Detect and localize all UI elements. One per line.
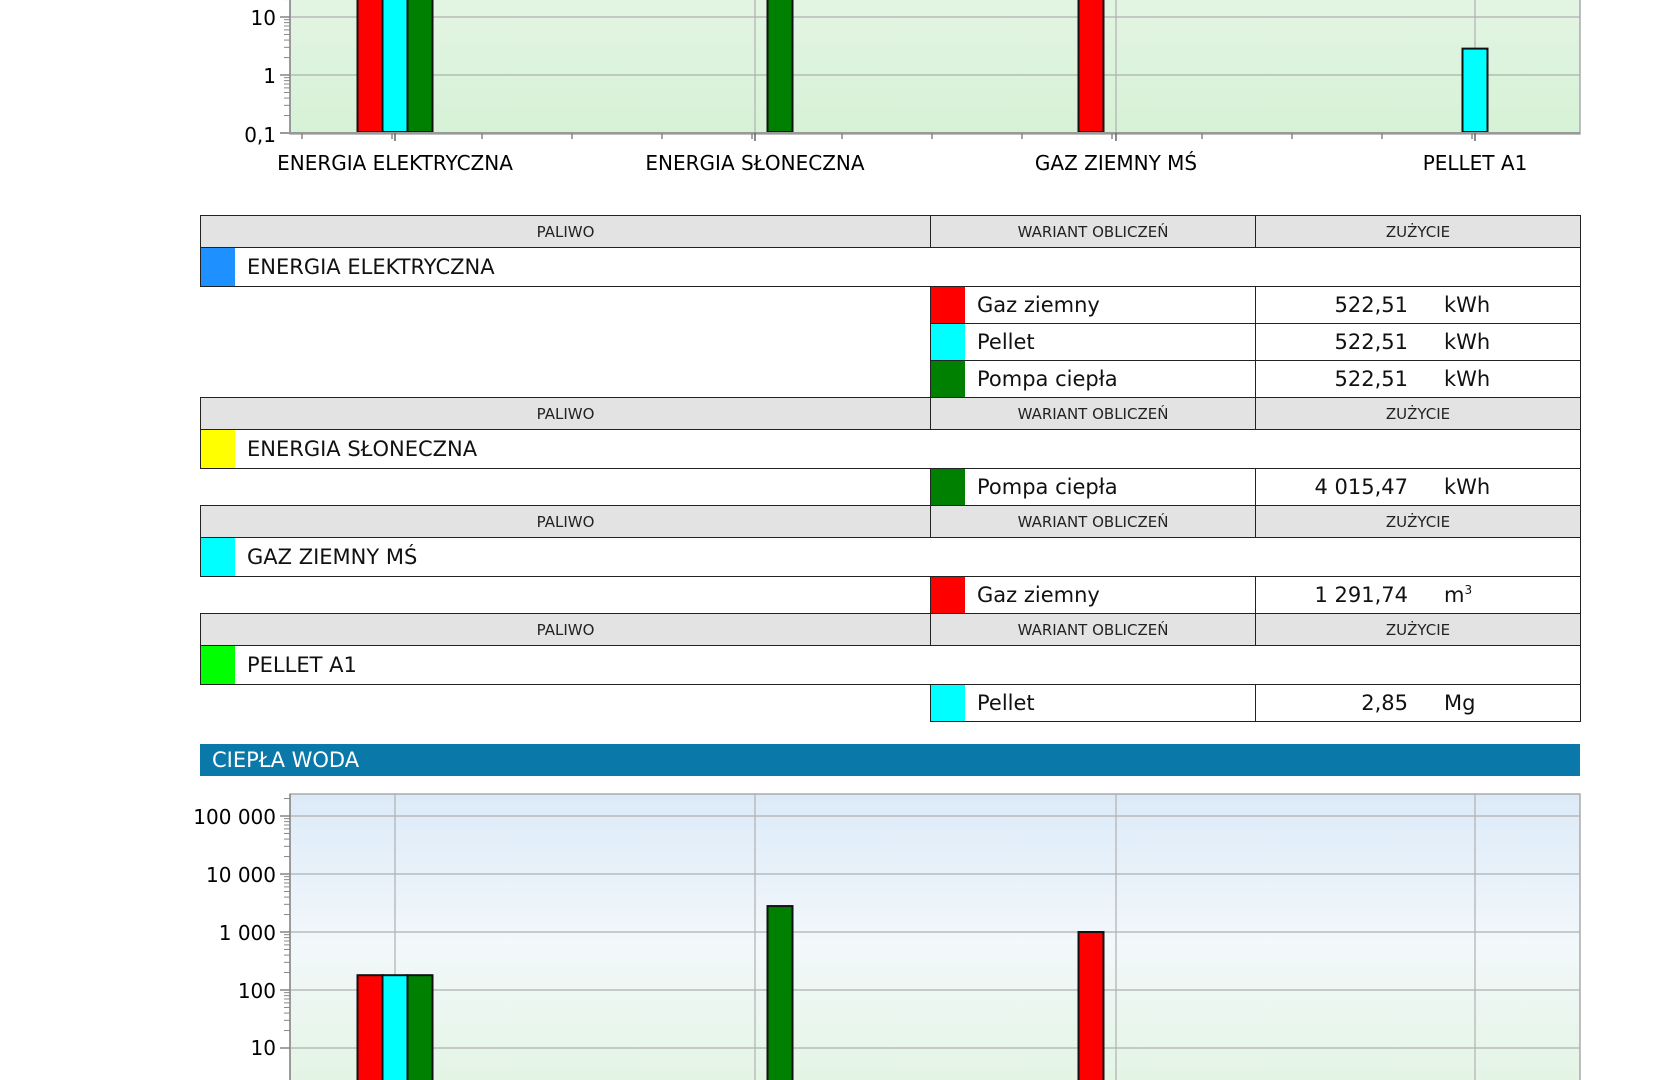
variant-name: Pellet bbox=[977, 330, 1035, 354]
header-paliwo: PALIWO bbox=[200, 215, 931, 248]
table-header-row: PALIWO WARIANT OBLICZEŃ ZUŻYCIE bbox=[200, 505, 1581, 538]
bar bbox=[356, 0, 384, 133]
bar bbox=[766, 0, 794, 133]
consumption-value: 2,85 bbox=[1361, 691, 1408, 715]
variant-name: Gaz ziemny bbox=[977, 583, 1100, 607]
bottom-fuel-chart: 100 000 10 000 1 000 100 10 bbox=[193, 793, 1581, 1080]
fuel-color-swatch bbox=[201, 430, 235, 468]
consumption-value: 1 291,74 bbox=[1314, 583, 1408, 607]
fuel-name: ENERGIA ELEKTRYCZNA bbox=[247, 255, 495, 279]
bar bbox=[406, 974, 434, 1080]
plot-area bbox=[289, 793, 1581, 1080]
bar bbox=[356, 974, 384, 1080]
top-fuel-chart: 10 1 0,1 ENERGIA ELEKTRYCZNA ENERGIA SŁO… bbox=[244, 0, 1581, 175]
fuel-name: ENERGIA SŁONECZNA bbox=[247, 437, 478, 461]
bar bbox=[766, 905, 794, 1080]
variant-name: Pompa ciepła bbox=[977, 475, 1118, 499]
y-tick-label: 10 000 bbox=[206, 863, 276, 887]
consumption-unit: kWh bbox=[1444, 330, 1491, 354]
y-tick-label: 10 bbox=[251, 6, 276, 30]
y-tick-label: 100 bbox=[238, 979, 276, 1003]
variant-color-swatch bbox=[931, 287, 965, 323]
x-category-label: ENERGIA SŁONECZNA bbox=[645, 151, 864, 175]
variant-row: Gaz ziemny 522,51 kWh bbox=[201, 286, 1581, 324]
variant-color-swatch bbox=[931, 577, 965, 613]
variant-color-swatch bbox=[931, 685, 965, 721]
fuel-name: PELLET A1 bbox=[247, 653, 357, 677]
fuel-color-swatch bbox=[201, 538, 235, 576]
y-tick-label: 0,1 bbox=[244, 123, 276, 147]
header-paliwo: PALIWO bbox=[200, 505, 931, 538]
header-wariant: WARIANT OBLICZEŃ bbox=[930, 613, 1256, 646]
header-zuzycie: ZUŻYCIE bbox=[1255, 613, 1581, 646]
x-category-label: PELLET A1 bbox=[1423, 151, 1528, 175]
variant-row: Pellet 2,85 Mg bbox=[201, 684, 1581, 722]
bar bbox=[1461, 47, 1489, 134]
consumption-unit: Mg bbox=[1444, 691, 1476, 715]
x-category-label: GAZ ZIEMNY MŚ bbox=[1035, 151, 1197, 175]
header-zuzycie: ZUŻYCIE bbox=[1255, 505, 1581, 538]
fuel-color-swatch bbox=[201, 646, 235, 684]
consumption-unit: kWh bbox=[1444, 475, 1491, 499]
y-tick-label: 100 000 bbox=[193, 805, 276, 829]
variant-row: Gaz ziemny 1 291,74 m3 bbox=[201, 576, 1581, 614]
x-category-label: ENERGIA ELEKTRYCZNA bbox=[277, 151, 513, 175]
header-zuzycie: ZUŻYCIE bbox=[1255, 397, 1581, 430]
variant-row: Pompa ciepła 522,51 kWh bbox=[201, 360, 1581, 398]
variant-name: Pellet bbox=[977, 691, 1035, 715]
y-tick-label: 1 000 bbox=[219, 921, 276, 945]
consumption-unit: m3 bbox=[1444, 583, 1473, 607]
variant-row: Pellet 522,51 kWh bbox=[201, 323, 1581, 361]
variant-color-swatch bbox=[931, 469, 965, 505]
variant-name: Gaz ziemny bbox=[977, 293, 1100, 317]
variant-name: Pompa ciepła bbox=[977, 367, 1118, 391]
consumption-value: 522,51 bbox=[1334, 330, 1408, 354]
header-wariant: WARIANT OBLICZEŃ bbox=[930, 397, 1256, 430]
fuel-color-swatch bbox=[201, 248, 235, 286]
consumption-value: 4 015,47 bbox=[1314, 475, 1408, 499]
table-header-row: PALIWO WARIANT OBLICZEŃ ZUŻYCIE bbox=[200, 613, 1581, 646]
fuel-name: GAZ ZIEMNY MŚ bbox=[247, 545, 418, 569]
bar bbox=[1077, 931, 1105, 1080]
fuel-consumption-table: PALIWO WARIANT OBLICZEŃ ZUŻYCIE ENERGIA … bbox=[200, 215, 1581, 722]
table-header-row: PALIWO WARIANT OBLICZEŃ ZUŻYCIE bbox=[200, 397, 1581, 430]
consumption-unit: kWh bbox=[1444, 293, 1491, 317]
fuel-row: ENERGIA ELEKTRYCZNA bbox=[200, 247, 1581, 287]
header-paliwo: PALIWO bbox=[200, 613, 931, 646]
header-wariant: WARIANT OBLICZEŃ bbox=[930, 505, 1256, 538]
plot-area bbox=[289, 0, 1581, 135]
consumption-value: 522,51 bbox=[1334, 367, 1408, 391]
header-zuzycie: ZUŻYCIE bbox=[1255, 215, 1581, 248]
bar bbox=[381, 974, 409, 1080]
table-header-row: PALIWO WARIANT OBLICZEŃ ZUŻYCIE bbox=[200, 215, 1581, 248]
variant-color-swatch bbox=[931, 324, 965, 360]
y-tick-label: 10 bbox=[251, 1036, 276, 1060]
consumption-value: 522,51 bbox=[1334, 293, 1408, 317]
fuel-row: PELLET A1 bbox=[200, 645, 1581, 685]
section-title-ciepla-woda: CIEPŁA WODA bbox=[200, 744, 1580, 776]
y-tick-label: 1 bbox=[263, 64, 276, 88]
fuel-row: ENERGIA SŁONECZNA bbox=[200, 429, 1581, 469]
consumption-unit: kWh bbox=[1444, 367, 1491, 391]
header-wariant: WARIANT OBLICZEŃ bbox=[930, 215, 1256, 248]
variant-color-swatch bbox=[931, 361, 965, 397]
header-paliwo: PALIWO bbox=[200, 397, 931, 430]
fuel-row: GAZ ZIEMNY MŚ bbox=[200, 537, 1581, 577]
bar bbox=[406, 0, 434, 133]
bar bbox=[381, 0, 409, 133]
variant-row: Pompa ciepła 4 015,47 kWh bbox=[201, 468, 1581, 506]
bar bbox=[1077, 0, 1105, 133]
